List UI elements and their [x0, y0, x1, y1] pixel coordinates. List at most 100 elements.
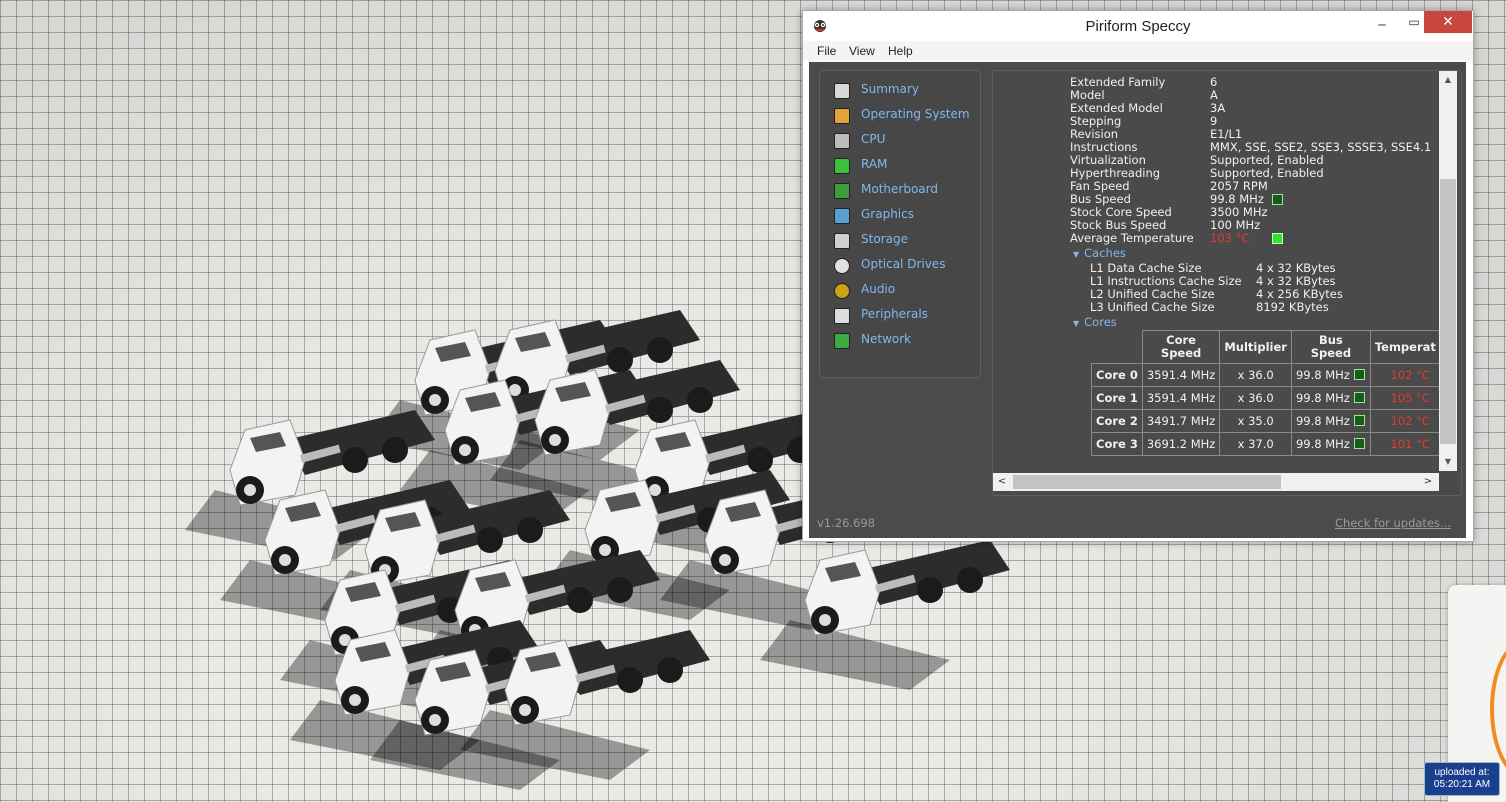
app-body: Summary Operating System CPU RAM Motherboard… [809, 62, 1466, 538]
core-bus-text: 99.8 MHz [1295, 368, 1350, 382]
core-speed-text: 3491.7 MHz [1146, 414, 1216, 428]
motherboard-icon [834, 183, 850, 199]
vertical-scroll-thumb[interactable] [1440, 179, 1456, 444]
sidebar-item-ram[interactable]: RAM [834, 156, 974, 176]
sidebar-item-motherboard[interactable]: Motherboard [834, 181, 974, 201]
status-indicator-icon [1353, 369, 1365, 380]
sidebar-item-label: Operating System [861, 107, 970, 121]
sidebar-item-operating-system[interactable]: Operating System [834, 106, 974, 126]
property-value: A [1210, 88, 1218, 102]
core-name-text: Core 0 [1096, 368, 1138, 382]
menu-help[interactable]: Help [888, 44, 913, 58]
core-bus-cell: 99.8 MHz [1290, 363, 1371, 387]
property-label: Average Temperature [1070, 231, 1194, 245]
sidebar-item-peripherals[interactable]: Peripherals [834, 306, 974, 326]
scroll-left-icon[interactable]: < [995, 476, 1009, 487]
caches-section-toggle[interactable]: ▼ Caches [1073, 246, 1126, 260]
table-row: Core 2 3491.7 MHz x 35.0 99.8 MHz 102 °C [1091, 409, 1441, 433]
cache-label: L1 Data Cache Size [1090, 261, 1202, 275]
status-indicator-icon [1353, 438, 1365, 449]
sidebar-item-optical-drives[interactable]: Optical Drives [834, 256, 974, 276]
sidebar-item-label: Audio [861, 282, 896, 296]
core-mult-cell: x 35.0 [1219, 409, 1292, 433]
property-value: 103 °C [1210, 231, 1250, 245]
menu-file[interactable]: File [817, 44, 836, 58]
core-temp-text: 102 °C [1390, 414, 1430, 428]
sidebar-item-cpu[interactable]: CPU [834, 131, 974, 151]
check-updates-link[interactable]: Check for updates... [1335, 516, 1451, 530]
property-value: 100 MHz [1210, 218, 1261, 232]
sidebar-item-storage[interactable]: Storage [834, 231, 974, 251]
menu-view[interactable]: View [849, 44, 875, 58]
core-bus-cell: 99.8 MHz [1290, 432, 1371, 456]
sidebar-item-label: RAM [861, 157, 888, 171]
menu-bar: File View Help [803, 41, 1473, 61]
core-speed-cell: 3491.7 MHz [1141, 409, 1221, 433]
sidebar-item-label: Optical Drives [861, 257, 946, 271]
cache-label: L2 Unified Cache Size [1090, 287, 1215, 301]
sidebar-nav: Summary Operating System CPU RAM Motherboard… [819, 70, 981, 378]
cache-value: 4 x 32 KBytes [1256, 274, 1336, 288]
windows-icon [834, 108, 850, 124]
property-value: Supported, Enabled [1210, 166, 1324, 180]
core-name-cell: Core 1 [1091, 386, 1143, 410]
core-mult-text: x 35.0 [1237, 414, 1274, 428]
speccy-window: Piriform Speccy _ ▭ ✕ File View Help Sum… [802, 10, 1474, 542]
core-mult-cell: x 36.0 [1219, 386, 1292, 410]
core-bus-cell: 99.8 MHz [1290, 386, 1371, 410]
sidebar-item-summary[interactable]: Summary [834, 81, 974, 101]
core-temp-text: 102 °C [1390, 368, 1430, 382]
version-label: v1.26.698 [817, 516, 876, 530]
network-icon [834, 333, 850, 349]
scroll-up-icon[interactable]: ▲ [1442, 74, 1454, 86]
property-label: Stock Bus Speed [1070, 218, 1167, 232]
summary-icon [834, 83, 850, 99]
core-speed-text: 3591.4 MHz [1146, 391, 1216, 405]
status-indicator-icon [1353, 415, 1365, 426]
property-value: 3500 MHz [1210, 205, 1268, 219]
cache-value: 8192 KBytes [1256, 300, 1329, 314]
status-indicator-icon [1272, 194, 1283, 205]
core-temp-cell: 102 °C [1369, 409, 1441, 433]
property-label: Instructions [1070, 140, 1138, 154]
core-speed-cell: 3691.2 MHz [1141, 432, 1221, 456]
property-label: Virtualization [1070, 153, 1146, 167]
property-value: 3A [1210, 101, 1226, 115]
sidebar-item-network[interactable]: Network [834, 331, 974, 351]
core-speed-text: 3591.4 MHz [1146, 368, 1216, 382]
cache-value: 4 x 256 KBytes [1256, 287, 1343, 301]
core-temp-text: 101 °C [1390, 437, 1430, 451]
property-value: MMX, SSE, SSE2, SSE3, SSSE3, SSE4.1 [1210, 140, 1432, 154]
horizontal-scroll-thumb[interactable] [1013, 475, 1281, 489]
table-row: Core 1 3591.4 MHz x 36.0 99.8 MHz 105 °C [1091, 386, 1441, 410]
core-speed-cell: 3591.4 MHz [1141, 363, 1221, 387]
core-mult-cell: x 36.0 [1219, 363, 1292, 387]
scroll-down-icon[interactable]: ▼ [1442, 456, 1454, 468]
sidebar-item-audio[interactable]: Audio [834, 281, 974, 301]
core-name-cell: Core 3 [1091, 432, 1143, 456]
disk-icon [834, 233, 850, 249]
vertical-scrollbar[interactable]: ▲ ▼ [1439, 71, 1457, 471]
title-bar[interactable]: Piriform Speccy _ ▭ ✕ [803, 11, 1473, 41]
status-indicator-icon [1353, 392, 1365, 403]
property-label: Stepping [1070, 114, 1122, 128]
column-header: Core Speed [1141, 330, 1221, 364]
sidebar-item-graphics[interactable]: Graphics [834, 206, 974, 226]
minimize-button[interactable]: _ [1367, 11, 1397, 33]
core-name-cell: Core 0 [1091, 363, 1143, 387]
speaker-icon [834, 283, 850, 299]
orange-ring-icon [1490, 640, 1506, 778]
core-mult-cell: x 37.0 [1219, 432, 1292, 456]
monitor-icon [834, 208, 850, 224]
property-label: Extended Model [1070, 101, 1163, 115]
property-value: 9 [1210, 114, 1218, 128]
scroll-right-icon[interactable]: > [1421, 476, 1435, 487]
horizontal-scrollbar[interactable]: < > [993, 473, 1439, 491]
core-name-text: Core 1 [1096, 391, 1138, 405]
close-button[interactable]: ✕ [1424, 11, 1472, 33]
core-temp-cell: 101 °C [1369, 432, 1441, 456]
core-mult-text: x 36.0 [1237, 368, 1274, 382]
column-header: Bus Speed [1290, 330, 1371, 364]
cores-section-toggle[interactable]: ▼ Cores [1073, 315, 1117, 329]
property-label: Extended Family [1070, 75, 1166, 89]
